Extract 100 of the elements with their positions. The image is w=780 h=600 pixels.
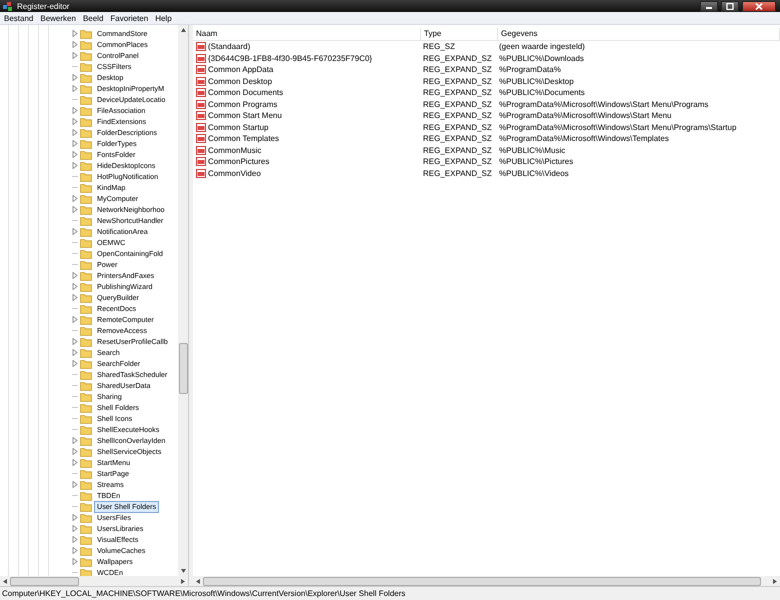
expand-arrow-icon[interactable] [72,294,78,301]
menu-item[interactable]: Beeld [80,14,106,22]
minimize-button[interactable] [700,0,718,12]
folder-icon [80,370,92,380]
value-data: %PUBLIC%\Downloads [498,54,585,63]
expand-arrow-icon[interactable] [72,349,78,356]
expand-arrow-icon[interactable] [72,338,78,345]
key-path: Computer\HKEY_LOCAL_MACHINE\SOFTWARE\Microsoft\Windows\CurrentVersion\Explorer\User Shell Folders [2,589,406,598]
folder-icon [80,138,92,148]
column-header[interactable]: Naam [193,28,421,40]
menu-item[interactable]: Bestand [1,14,36,22]
value-type: REG_EXPAND_SZ [422,54,493,63]
folder-icon [80,182,92,192]
close-icon [755,2,763,10]
folder-icon [80,106,92,116]
value-name[interactable]: {3D644C9B-1FB8-4f30-9B45-F670235F79C0} [208,54,372,63]
expand-arrow-icon[interactable] [72,459,78,466]
menu-item[interactable]: Bewerken [37,14,79,22]
scroll-thumb[interactable] [10,576,80,586]
scroll-thumb[interactable] [178,343,188,394]
value-name[interactable]: CommonVideo [208,168,261,178]
expand-arrow-icon[interactable] [72,52,78,59]
value-data: %PUBLIC%\Videos [498,168,570,178]
folder-icon [80,160,92,170]
expand-arrow-icon[interactable] [72,118,78,125]
value-name[interactable]: (Standaard) [208,42,250,52]
folder-icon [80,94,92,104]
value-data: %PUBLIC%\Documents [498,88,586,98]
horizontal-scrollbar[interactable] [0,576,188,586]
folder-icon [80,402,92,412]
folder-icon [80,28,92,38]
value-type: REG_EXPAND_SZ [422,157,493,166]
value-name[interactable]: Common Start Menu [208,111,282,120]
expand-arrow-icon[interactable] [72,228,78,235]
value-name[interactable]: CommonMusic [208,146,262,155]
expand-arrow-icon[interactable] [72,536,78,543]
expand-arrow-icon[interactable] [72,437,78,444]
value-data: %ProgramData% [498,65,562,74]
expand-arrow-icon[interactable] [72,74,78,81]
expand-arrow-icon[interactable] [72,107,78,114]
expand-arrow-icon[interactable] [72,514,78,521]
folder-icon [80,282,92,292]
expand-arrow-icon[interactable] [72,129,78,136]
folder-icon [80,358,92,368]
expand-arrow-icon[interactable] [72,85,78,92]
value-name[interactable]: Common Programs [208,100,278,109]
folder-icon [80,424,92,434]
column-header[interactable]: Type [421,28,498,40]
expand-arrow-icon[interactable] [72,525,78,532]
expand-arrow-icon[interactable] [72,162,78,169]
folder-icon [80,556,92,566]
vertical-scrollbar[interactable] [178,25,188,576]
column-header[interactable]: Gegevens [498,28,780,40]
expand-arrow-icon[interactable] [72,30,78,37]
folder-icon [80,336,92,346]
value-name[interactable]: Common AppData [208,65,274,74]
expand-arrow-icon[interactable] [72,195,78,202]
folder-icon [80,260,92,270]
expand-arrow-icon[interactable] [72,272,78,279]
value-name[interactable]: Common Documents [208,88,284,98]
folder-icon [80,172,92,182]
value-type: REG_EXPAND_SZ [422,134,493,144]
expand-arrow-icon[interactable] [72,558,78,565]
maximize-button[interactable] [721,0,739,12]
expand-arrow-icon[interactable] [72,140,78,147]
value-type: REG_EXPAND_SZ [422,111,493,120]
expand-arrow-icon[interactable] [72,41,78,48]
value-name[interactable]: CommonPictures [208,157,270,166]
value-type: REG_EXPAND_SZ [422,168,493,178]
menu-item[interactable]: Favorieten [107,14,152,22]
close-button[interactable] [742,0,776,12]
value-name[interactable]: Common Templates [208,134,279,144]
folder-icon [80,194,92,204]
expand-arrow-icon[interactable] [72,316,78,323]
expand-arrow-icon[interactable] [72,283,78,290]
folder-icon [80,226,92,236]
expand-arrow-icon[interactable] [72,360,78,367]
folder-icon [80,348,92,358]
expand-arrow-icon[interactable] [72,481,78,488]
expand-arrow-icon[interactable] [72,547,78,554]
value-type: REG_EXPAND_SZ [422,88,493,98]
expand-arrow-icon[interactable] [72,448,78,455]
value-data: %PUBLIC%\Desktop [498,76,575,86]
menu-item[interactable]: Help [152,14,175,22]
folder-icon [80,458,92,468]
expand-arrow-icon[interactable] [72,151,78,158]
value-name[interactable]: Common Startup [208,122,268,132]
value-data: %ProgramData%\Microsoft\Windows\Templates [498,134,670,144]
folder-icon [80,534,92,544]
folder-icon [80,380,92,390]
scroll-down-icon [180,569,186,573]
value-name[interactable]: Common Desktop [208,76,272,86]
value-data: %ProgramData%\Microsoft\Windows\Start Menu [498,111,672,120]
folder-icon [80,304,92,314]
scroll-left-icon [196,578,200,584]
folder-icon [80,436,92,446]
folder-icon [80,248,92,258]
expand-arrow-icon[interactable] [72,206,78,213]
folder-icon [80,40,92,50]
value-type: REG_SZ [422,42,456,52]
